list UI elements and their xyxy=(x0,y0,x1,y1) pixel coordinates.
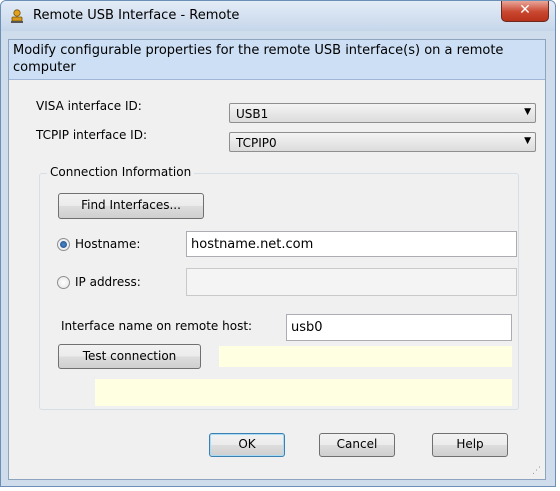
ip-address-input[interactable] xyxy=(186,268,517,296)
tcpip-id-label: TCPIP interface ID: xyxy=(36,128,147,142)
hostname-input[interactable]: hostname.net.com xyxy=(186,231,517,257)
ok-button[interactable]: OK xyxy=(209,433,285,457)
hostname-radio[interactable] xyxy=(57,238,70,251)
find-interfaces-button[interactable]: Find Interfaces... xyxy=(58,193,204,219)
remote-interface-name-input[interactable]: usb0 xyxy=(286,314,512,341)
help-button[interactable]: Help xyxy=(432,433,508,457)
title-bar[interactable]: Remote USB Interface - Remote ✕ xyxy=(1,1,555,31)
description-banner: Modify configurable properties for the r… xyxy=(9,40,545,80)
close-icon: ✕ xyxy=(519,2,531,18)
usb-interface-icon xyxy=(11,9,23,23)
visa-id-value: USB1 xyxy=(236,107,269,121)
cancel-button[interactable]: Cancel xyxy=(319,433,395,457)
visa-id-dropdown[interactable]: USB1 ▼ xyxy=(229,103,536,123)
chevron-down-icon: ▼ xyxy=(524,107,531,117)
window-title: Remote USB Interface - Remote xyxy=(33,8,240,23)
tcpip-id-value: TCPIP0 xyxy=(236,136,277,150)
connection-group-label: Connection Information xyxy=(47,165,195,179)
ip-address-label: IP address: xyxy=(75,275,141,289)
remote-interface-name-label: Interface name on remote host: xyxy=(61,319,253,333)
close-button[interactable]: ✕ xyxy=(501,1,549,22)
hostname-label: Hostname: xyxy=(75,237,141,251)
chevron-down-icon: ▼ xyxy=(524,136,531,146)
test-status-field xyxy=(219,346,512,367)
dialog-window: Remote USB Interface - Remote ✕ Modify c… xyxy=(0,0,556,487)
tcpip-id-dropdown[interactable]: TCPIP0 ▼ xyxy=(229,132,536,152)
visa-id-label: VISA interface ID: xyxy=(36,99,142,113)
resize-grip-icon[interactable]: ⋰ xyxy=(532,466,542,476)
test-connection-button[interactable]: Test connection xyxy=(58,344,201,369)
description-text: Modify configurable properties for the r… xyxy=(13,43,504,75)
dialog-body: Modify configurable properties for the r… xyxy=(8,39,546,480)
ip-address-radio[interactable] xyxy=(57,276,70,289)
connection-message-field xyxy=(95,379,512,406)
